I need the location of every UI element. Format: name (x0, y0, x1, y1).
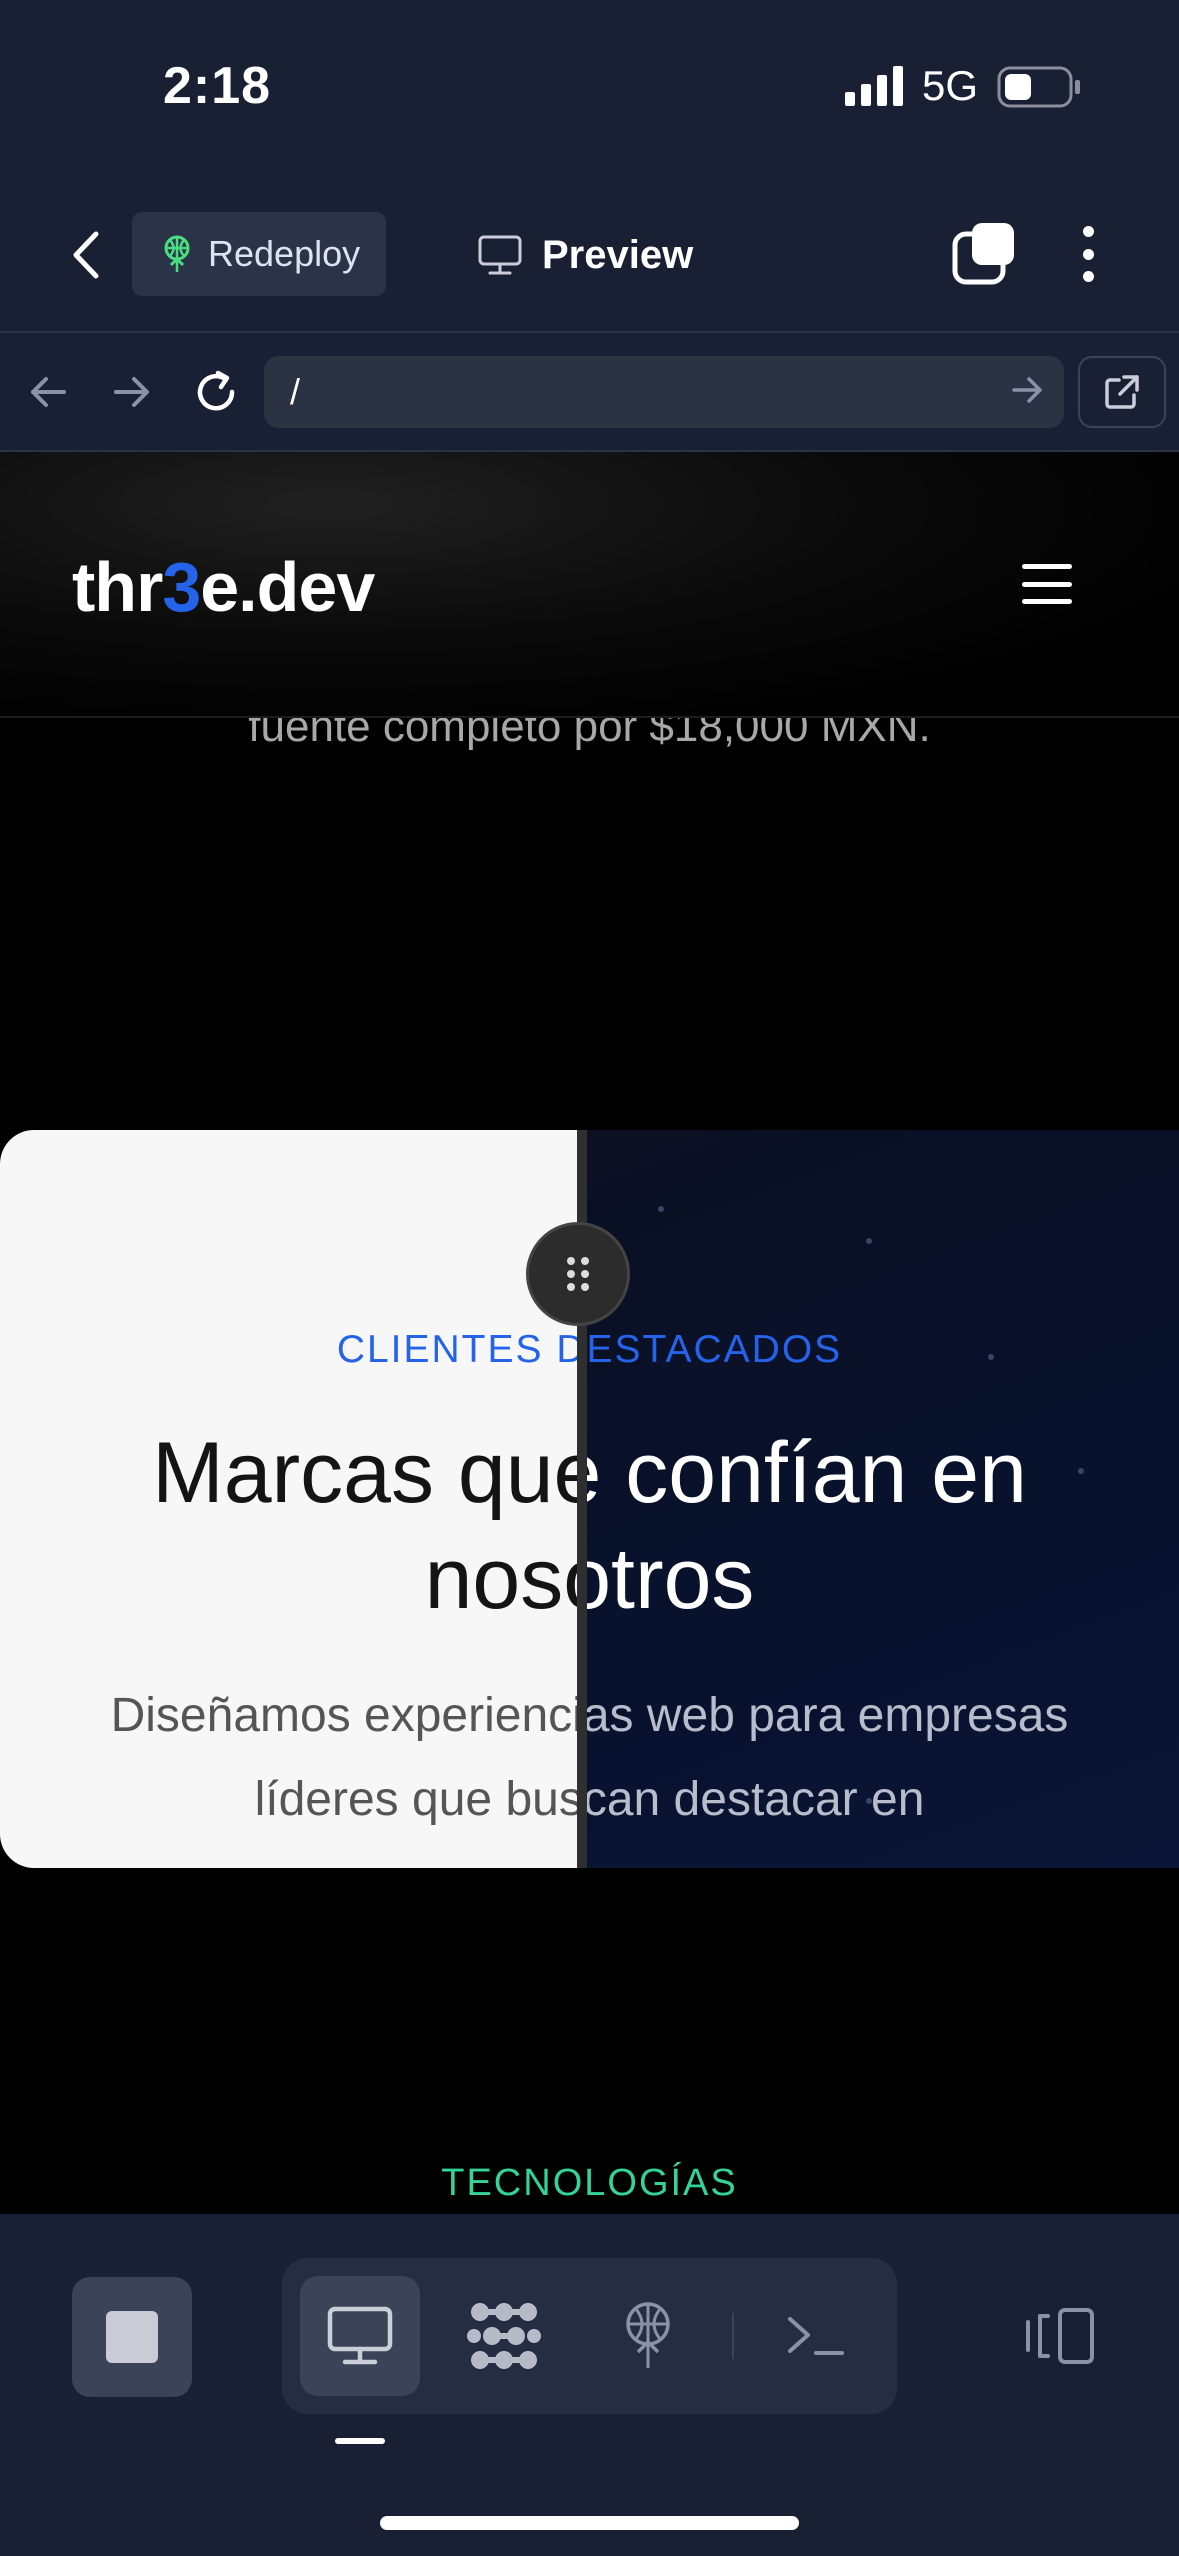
monitor-icon (327, 2306, 393, 2365)
graph-icon (467, 2303, 541, 2369)
stop-button[interactable] (72, 2277, 192, 2397)
site-navbar: thr3e.dev (0, 452, 1179, 718)
go-arrow-icon[interactable] (1010, 368, 1046, 412)
arrow-left-icon (31, 377, 66, 407)
url-text: / (290, 371, 301, 412)
browser-back-button[interactable] (18, 362, 78, 422)
external-link-icon (1105, 375, 1139, 409)
terminal-icon (788, 2317, 844, 2355)
back-button[interactable] (58, 222, 114, 288)
home-indicator[interactable] (380, 2516, 799, 2530)
compare-light-pane: CLIENTES DESTACADOS Marcas que confían e… (0, 1130, 580, 1868)
tech-eyebrow: TECNOLOGÍAS (441, 2162, 738, 2204)
compare-dark-pane: CLIENTES DESTACADOS Marcas que confían e… (580, 1130, 1179, 1868)
open-external-button[interactable] (1078, 356, 1166, 428)
network-type: 5G (922, 62, 979, 109)
clients-heading: Marcas que confían en nosotros (580, 1425, 1027, 1627)
preview-label: Preview (542, 232, 694, 277)
web-preview: thr3e.dev fuente completo por $18,000 MX… (0, 452, 1179, 2214)
deploy-icon (626, 2302, 670, 2368)
battery-icon (997, 66, 1080, 108)
terminal-mode-button[interactable] (756, 2276, 876, 2396)
mode-separator (732, 2313, 734, 2359)
logo-text-suffix: e.dev (200, 548, 375, 626)
clients-heading: Marcas que confían en nosotros (152, 1425, 580, 1627)
deploy-mode-button[interactable] (588, 2276, 708, 2396)
reload-button[interactable] (186, 362, 246, 422)
chevron-left-icon (73, 231, 99, 279)
clients-eyebrow: CLIENTES DESTACADOS (336, 1328, 580, 1371)
stop-icon (106, 2311, 158, 2363)
preview-title: Preview (478, 222, 693, 288)
clients-subtitle: Diseñamos experiencias web para empresas… (580, 1689, 1069, 1826)
logo-text-prefix: thr (72, 548, 163, 626)
active-tab-indicator (335, 2438, 385, 2444)
browser-forward-button[interactable] (102, 362, 162, 422)
tabs-icon[interactable] (950, 220, 1018, 288)
monitor-icon (478, 235, 522, 275)
status-time: 2:18 (163, 57, 272, 115)
reload-icon (197, 370, 235, 411)
star-dot (658, 1206, 664, 1212)
hamburger-menu-icon[interactable] (1022, 564, 1072, 604)
url-input[interactable]: / (264, 356, 1064, 428)
preview-mode-button[interactable] (300, 2276, 420, 2396)
site-logo[interactable]: thr3e.dev (72, 547, 375, 627)
grip-dots-icon (567, 1257, 589, 1291)
layout-icon (1026, 2308, 1094, 2364)
compare-drag-handle[interactable] (526, 1222, 630, 1326)
status-bar: 2:18 5G (0, 0, 1179, 175)
layout-toggle-button[interactable] (1000, 2276, 1120, 2396)
clients-eyebrow: CLIENTES DESTACADOS (580, 1328, 843, 1371)
logo-text-accent: 3 (162, 548, 201, 626)
star-dot (866, 1238, 872, 1244)
deploy-icon (164, 235, 190, 272)
clients-subtitle: Diseñamos experiencias web para empresas… (110, 1689, 580, 1826)
signal-icon (845, 66, 903, 106)
arrow-right-icon (114, 377, 149, 407)
graph-mode-button[interactable] (444, 2276, 564, 2396)
redeploy-label: Redeploy (208, 233, 361, 274)
redeploy-button[interactable]: Redeploy (132, 212, 386, 296)
more-options-button[interactable] (1066, 220, 1110, 288)
